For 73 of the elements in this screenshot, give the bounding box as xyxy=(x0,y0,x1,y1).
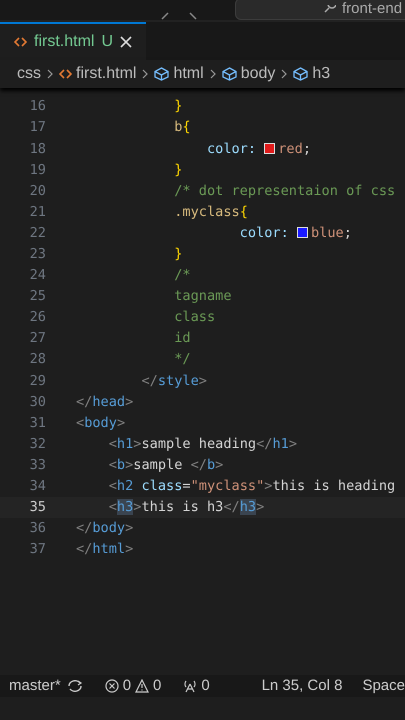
cube-icon xyxy=(293,67,308,81)
code-line: .myclass{ xyxy=(173,202,248,222)
line-number: 30 xyxy=(28,392,46,412)
line-number: 24 xyxy=(28,266,46,286)
search-icon xyxy=(324,5,336,13)
chevron-icon xyxy=(210,69,216,79)
breadcrumb-item[interactable]: h3 xyxy=(293,62,330,86)
editor-tab[interactable]: first.html U xyxy=(0,22,146,60)
line-number: 22 xyxy=(28,224,46,243)
code-line: <h3>this is h3</h3> xyxy=(108,498,264,518)
code-line: b{ xyxy=(173,118,191,138)
warning-icon xyxy=(135,679,150,693)
problems-indicator[interactable]: 0 0 xyxy=(104,675,162,697)
chevron-icon xyxy=(281,69,288,79)
branch-name[interactable]: master* xyxy=(9,675,61,697)
chevron-icon xyxy=(142,69,148,79)
code-line: color: blue; xyxy=(238,224,352,243)
cursor-position[interactable]: Ln 35, Col 8 xyxy=(262,675,342,697)
line-number: 19 xyxy=(28,160,46,180)
error-icon xyxy=(104,679,119,693)
code-line: } xyxy=(173,160,182,180)
ports-indicator[interactable]: 0 xyxy=(183,675,210,697)
code-line: <h2 class="myclass">this is heading xyxy=(108,477,396,496)
code-line: } xyxy=(173,245,182,264)
line-number: 32 xyxy=(28,434,46,454)
line-number: 33 xyxy=(28,456,46,475)
line-number: 27 xyxy=(28,329,46,348)
code-line: </head> xyxy=(76,392,134,412)
code-line: <body> xyxy=(76,414,126,433)
line-number: 26 xyxy=(28,308,46,328)
code-line: /* dot representaion of css xyxy=(173,182,396,201)
line-number: 31 xyxy=(28,414,46,433)
indentation-setting[interactable]: Space xyxy=(362,675,405,697)
line-number: 35 xyxy=(28,498,46,518)
code-line: } xyxy=(173,97,182,116)
breadcrumb-item[interactable]: first.html xyxy=(59,62,136,86)
sync-icon[interactable] xyxy=(66,679,83,693)
line-number: 21 xyxy=(28,202,46,222)
search-field[interactable]: front-end xyxy=(235,0,405,20)
color-swatch[interactable] xyxy=(296,226,308,238)
code-line: </body> xyxy=(76,519,134,538)
code-line: tagname xyxy=(173,287,232,306)
line-number: 23 xyxy=(28,245,46,264)
cube-icon xyxy=(222,67,237,81)
breadcrumb-item[interactable]: body xyxy=(222,62,276,86)
line-number: 17 xyxy=(28,118,46,138)
breadcrumb-item[interactable]: html xyxy=(154,62,204,86)
code-line: color: red; xyxy=(206,140,311,159)
line-number: 34 xyxy=(28,477,46,496)
code-file-icon xyxy=(59,69,72,79)
line-number: 36 xyxy=(28,519,46,538)
code-line: <h1>sample heading</h1> xyxy=(108,434,297,454)
chevron-icon xyxy=(47,69,53,79)
line-number: 29 xyxy=(28,372,46,391)
antenna-icon xyxy=(183,679,198,693)
cube-icon xyxy=(154,67,170,81)
code-line: id xyxy=(173,329,191,348)
code-line: </html> xyxy=(76,540,134,560)
line-number: 37 xyxy=(28,540,46,560)
code-line: */ xyxy=(173,350,191,370)
line-number: 20 xyxy=(28,182,46,201)
code-line: <b>sample </b> xyxy=(108,456,224,475)
breadcrumb-item[interactable]: css xyxy=(17,62,41,86)
code-line: class xyxy=(173,308,216,328)
close-icon[interactable] xyxy=(120,36,132,48)
line-number: 16 xyxy=(28,97,46,116)
code-line: /* xyxy=(173,266,191,286)
code-line: </style> xyxy=(140,372,207,391)
line-number: 25 xyxy=(28,287,46,306)
code-file-icon xyxy=(14,37,27,47)
color-swatch[interactable] xyxy=(264,142,276,154)
line-number: 18 xyxy=(28,140,46,159)
line-number: 28 xyxy=(28,350,46,370)
